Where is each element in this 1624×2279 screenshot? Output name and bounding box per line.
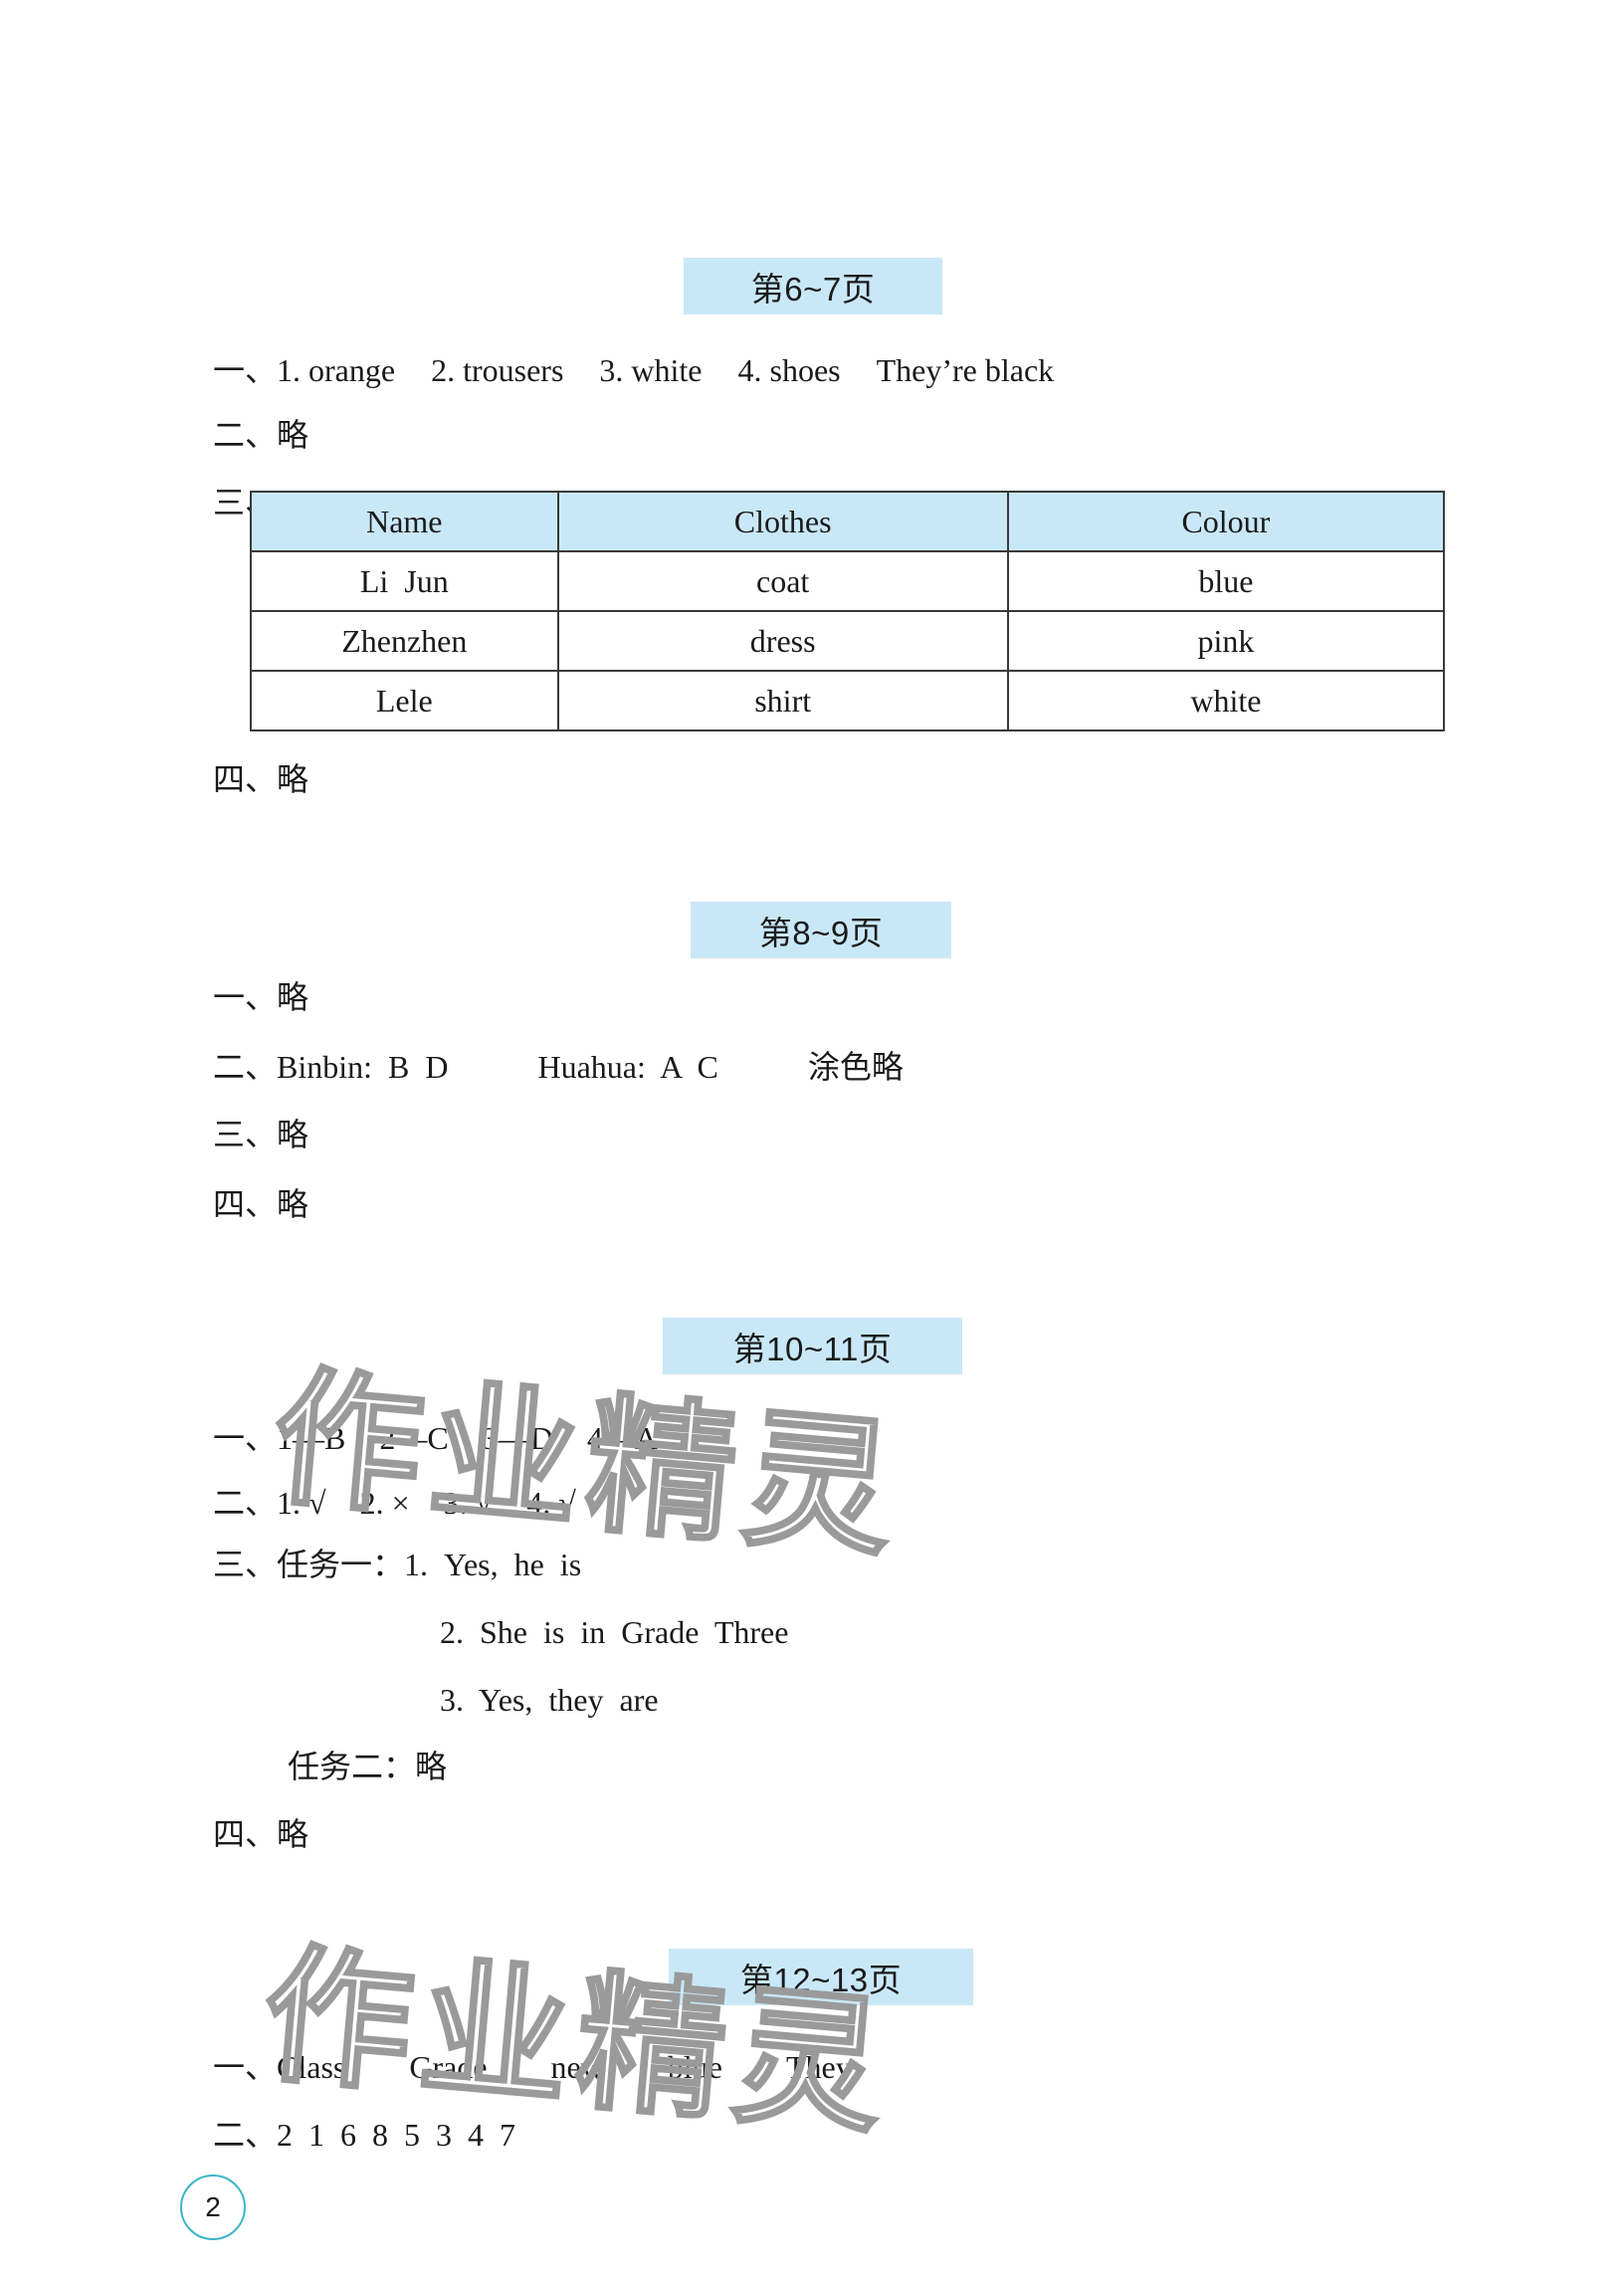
answer-part: They’re black xyxy=(876,352,1055,388)
answer-part: They xyxy=(785,2049,852,2085)
item-label: 三、 xyxy=(213,1547,278,1582)
answer-part: new xyxy=(550,2049,604,2085)
table-header-row: Name Clothes Colour xyxy=(250,491,1446,552)
answer-part: 2. trousers xyxy=(431,352,564,388)
section-header-10-11: 第10~11页 xyxy=(663,1318,962,1374)
section-header-8-9: 第8~9页 xyxy=(691,902,951,958)
table-cell: Zhenzhen xyxy=(250,610,559,672)
answer-text: 略 xyxy=(277,417,309,453)
table-cell: Li Jun xyxy=(250,550,559,612)
answer-text: 略 xyxy=(277,1186,309,1222)
table-cell: pink xyxy=(1006,610,1446,672)
item-label: 二、 xyxy=(213,2117,278,2153)
answer-text: 略 xyxy=(277,761,309,797)
item-label: 四、 xyxy=(213,761,278,797)
answer-line-4: 四、略 xyxy=(181,720,308,839)
clothes-table: Name Clothes Colour Li Jun coat blue Zhe… xyxy=(250,491,1446,731)
table-cell: coat xyxy=(556,550,1009,612)
table-row: Lele shirt white xyxy=(250,670,1446,731)
item-label: 四、 xyxy=(213,1816,278,1852)
table-row: Li Jun coat blue xyxy=(250,550,1446,612)
task1-answer: 3. Yes, they are xyxy=(440,1682,659,1718)
answer-part: 3. white xyxy=(599,352,703,388)
answer-part: 4. shoes xyxy=(737,352,841,388)
answer-line-1: 一、1. orange 2. trousers 3. white 4. shoes Th… xyxy=(181,311,1054,430)
item-label: 四、 xyxy=(213,1186,278,1222)
answer-line-4: 四、略 xyxy=(181,1144,308,1264)
coloring-note: 涂色略 xyxy=(807,1049,904,1085)
section-header-6-7: 第6~7页 xyxy=(684,258,942,314)
section-header-12-13: 第12~13页 xyxy=(669,1949,973,2005)
answer-line-2: 二、2 1 6 8 5 3 4 7 xyxy=(181,2075,515,2194)
answer-line-4: 四、略 xyxy=(181,1774,308,1894)
task2-answer: 略 xyxy=(415,1749,448,1784)
answer-page: 第6~7页 一、1. orange 2. trousers 3. white 4. s… xyxy=(0,0,1624,2279)
column-header-clothes: Clothes xyxy=(556,491,1009,552)
table-cell: white xyxy=(1006,670,1446,731)
column-header-colour: Colour xyxy=(1006,491,1446,552)
answer-text: 2 1 6 8 5 3 4 7 xyxy=(277,2117,516,2153)
table-cell: shirt xyxy=(556,670,1009,731)
answer-part: blue xyxy=(667,2049,722,2085)
task1-label: 任务一： xyxy=(277,1547,405,1582)
answer-text: 略 xyxy=(277,1816,309,1852)
huahua-answer: Huahua: A C xyxy=(537,1049,718,1085)
column-header-name: Name xyxy=(250,491,559,552)
page-number: 2 xyxy=(180,2175,246,2240)
table-cell: blue xyxy=(1006,550,1446,612)
table-row: Zhenzhen dress pink xyxy=(250,610,1446,672)
table-cell: dress xyxy=(556,610,1009,672)
answer-part: 4—A xyxy=(586,1420,658,1456)
